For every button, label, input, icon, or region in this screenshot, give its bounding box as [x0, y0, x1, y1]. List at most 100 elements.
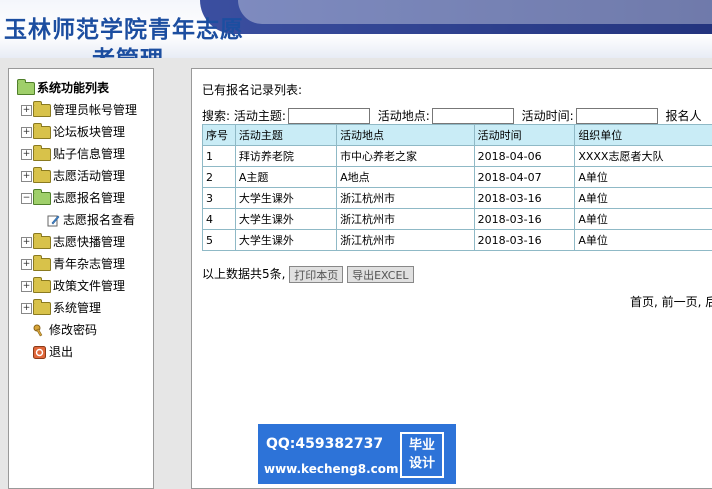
expand-plus-icon[interactable]: +: [21, 259, 32, 270]
folder-icon: [33, 167, 51, 183]
registrant-label: 报名人: [665, 109, 702, 123]
search-prefix-label: 搜索:: [202, 109, 231, 123]
watermark-banner: QQ:459382737 www.kecheng8.com 毕业 设计: [258, 424, 456, 484]
sidebar-item-policy-files[interactable]: + 政策文件管理: [17, 275, 137, 297]
sidebar-item-admin-accounts[interactable]: + 管理员帐号管理: [17, 99, 137, 121]
site-title-line2: 者管理: [92, 40, 164, 58]
expand-plus-icon[interactable]: +: [21, 303, 32, 314]
expand-plus-icon[interactable]: +: [21, 171, 32, 182]
record-count-text: 以上数据共5条,: [202, 267, 286, 281]
table-cell: 浙江杭州市: [336, 208, 475, 230]
folder-open-icon: [17, 79, 35, 95]
watermark-url-text: www.kecheng8.com: [264, 462, 399, 476]
sidebar-item-label: 退出: [49, 345, 74, 359]
sidebar-item-activities[interactable]: + 志愿活动管理: [17, 165, 137, 187]
table-row: 5 大学生课外 浙江杭州市 2018-03-16 A单位: [202, 229, 712, 251]
expand-plus-icon[interactable]: +: [21, 127, 32, 138]
table-cell: A地点: [336, 166, 475, 188]
table-cell: A单位: [574, 229, 712, 251]
table-cell: A主题: [234, 166, 338, 188]
sidebar-item-label: 青年杂志管理: [53, 257, 126, 271]
folder-icon: [33, 145, 51, 161]
sidebar-item-label: 志愿报名查看: [63, 213, 136, 227]
table-cell: 5: [202, 229, 236, 251]
sidebar-item-posts[interactable]: + 贴子信息管理: [17, 143, 137, 165]
exit-icon: [33, 346, 46, 359]
collapse-minus-icon[interactable]: −: [21, 193, 32, 204]
table-cell: 4: [202, 208, 236, 230]
expand-plus-icon[interactable]: +: [21, 149, 32, 160]
table-cell: 浙江杭州市: [336, 187, 475, 209]
column-header: 活动地点: [336, 124, 475, 146]
folder-icon: [33, 123, 51, 139]
folder-icon: [33, 101, 51, 117]
table-cell: 拜访养老院: [234, 145, 338, 167]
sidebar-item-label: 政策文件管理: [53, 279, 126, 293]
expand-plus-icon[interactable]: +: [21, 281, 32, 292]
table-cell: XXXX志愿者大队: [574, 145, 712, 167]
search-bar: 搜索: 活动主题: 活动地点: 活动时间: 报名人: [202, 107, 702, 124]
table-cell: 浙江杭州市: [336, 229, 475, 251]
sidebar-item-label: 修改密码: [49, 323, 98, 337]
sidebar-item-label: 管理员帐号管理: [53, 103, 138, 117]
sidebar-item-logout[interactable]: 退出: [17, 341, 137, 363]
sidebar-item-forum-boards[interactable]: + 论坛板块管理: [17, 121, 137, 143]
sidebar-item-youth-magazine[interactable]: + 青年杂志管理: [17, 253, 137, 275]
print-page-button[interactable]: 打印本页: [289, 266, 344, 283]
folder-icon: [33, 255, 51, 271]
expand-plus-icon[interactable]: +: [21, 237, 32, 248]
page-title: 已有报名记录列表:: [202, 83, 303, 97]
pagination[interactable]: 首页, 前一页, 后: [630, 293, 712, 310]
function-tree: 系统功能列表 + 管理员帐号管理 + 论坛板块管理 + 贴子信息管理 + 志愿活动管理 …: [17, 77, 137, 363]
sidebar-item-label: 志愿报名管理: [53, 191, 126, 205]
table-cell: 大学生课外: [234, 229, 338, 251]
table-cell: A单位: [574, 187, 712, 209]
table-cell: 3: [202, 187, 236, 209]
time-label: 活动时间:: [521, 109, 574, 123]
watermark-badge-line1: 毕业: [408, 438, 435, 453]
sidebar-item-change-password[interactable]: 修改密码: [17, 319, 137, 341]
header-banner: 玉林师范学院青年志愿 者管理: [0, 0, 712, 58]
table-cell: 大学生课外: [234, 187, 338, 209]
sidebar-item-label: 贴子信息管理: [53, 147, 126, 161]
place-search-input[interactable]: [431, 107, 514, 124]
place-label: 活动地点:: [377, 109, 430, 123]
sidebar-item-registrations[interactable]: − 志愿报名管理: [17, 187, 137, 209]
export-excel-button[interactable]: 导出EXCEL: [347, 266, 414, 283]
table-row: 2 A主题 A地点 2018-04-07 A单位: [202, 166, 712, 188]
expand-plus-icon[interactable]: +: [21, 105, 32, 116]
table-cell: 2018-03-16: [473, 187, 576, 209]
table-cell: 2018-03-16: [473, 208, 576, 230]
tree-root[interactable]: 系统功能列表: [17, 77, 137, 99]
time-search-input[interactable]: [575, 107, 658, 124]
watermark-badge: 毕业 设计: [400, 432, 444, 478]
table-cell: 市中心养老之家: [336, 145, 475, 167]
folder-icon: [33, 277, 51, 293]
table-cell: 2018-04-07: [473, 166, 576, 188]
topic-label: 活动主题:: [233, 109, 286, 123]
sidebar-item-label: 论坛板块管理: [53, 125, 126, 139]
sidebar-item-system[interactable]: + 系统管理: [17, 297, 137, 319]
tree-root-label: 系统功能列表: [37, 81, 110, 95]
watermark-badge-line2: 设计: [408, 456, 435, 471]
folder-icon: [33, 233, 51, 249]
registration-table: 序号 活动主题 活动地点 活动时间 组织单位 1 拜访养老院 市中心养老之家 2…: [202, 124, 712, 251]
folder-open-icon: [33, 189, 51, 205]
sidebar-item-label: 志愿活动管理: [53, 169, 126, 183]
table-summary-bar: 以上数据共5条, 打印本页 导出EXCEL: [202, 265, 414, 283]
table-cell: 1: [202, 145, 236, 167]
table-cell: A单位: [574, 166, 712, 188]
column-header: 活动时间: [473, 124, 576, 146]
table-row: 4 大学生课外 浙江杭州市 2018-03-16 A单位: [202, 208, 712, 230]
sidebar-item-label: 系统管理: [53, 301, 102, 315]
table-cell: 2: [202, 166, 236, 188]
table-cell: 2018-03-16: [473, 229, 576, 251]
sidebar-item-registration-view[interactable]: 志愿报名查看: [17, 209, 137, 231]
table-cell: A单位: [574, 208, 712, 230]
topic-search-input[interactable]: [287, 107, 370, 124]
column-header: 序号: [202, 124, 236, 146]
watermark-qq-text: QQ:459382737: [266, 436, 384, 452]
folder-icon: [33, 299, 51, 315]
header-swoosh-highlight: [238, 0, 712, 24]
sidebar-item-quick-broadcast[interactable]: + 志愿快播管理: [17, 231, 137, 253]
